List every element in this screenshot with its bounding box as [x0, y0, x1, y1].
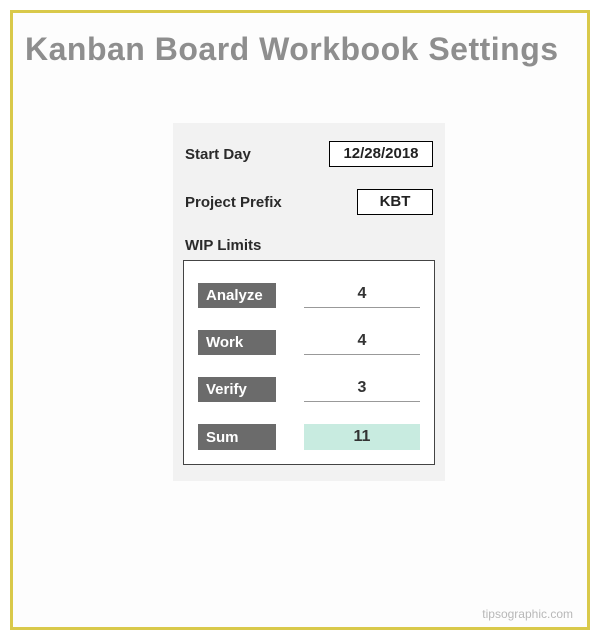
wip-row-work: Work 4	[198, 330, 420, 355]
start-day-row: Start Day 12/28/2018	[185, 141, 433, 167]
wip-value-analyze[interactable]: 4	[304, 283, 420, 308]
wip-row-sum: Sum 11	[198, 424, 420, 450]
wip-value-sum: 11	[304, 424, 420, 450]
project-prefix-row: Project Prefix KBT	[185, 189, 433, 215]
start-day-input[interactable]: 12/28/2018	[329, 141, 433, 167]
wip-name-sum: Sum	[198, 424, 276, 450]
start-day-label: Start Day	[185, 146, 251, 163]
wip-name-work: Work	[198, 330, 276, 355]
project-prefix-label: Project Prefix	[185, 194, 282, 211]
project-prefix-input[interactable]: KBT	[357, 189, 433, 215]
wip-name-analyze: Analyze	[198, 283, 276, 308]
wip-name-verify: Verify	[198, 377, 276, 402]
wip-row-verify: Verify 3	[198, 377, 420, 402]
footer-credit: tipsographic.com	[482, 607, 573, 621]
wip-value-work[interactable]: 4	[304, 330, 420, 355]
wip-limits-label: WIP Limits	[185, 237, 433, 254]
settings-panel: Start Day 12/28/2018 Project Prefix KBT …	[173, 123, 445, 481]
app-frame: Kanban Board Workbook Settings Start Day…	[10, 10, 590, 630]
page-title: Kanban Board Workbook Settings	[13, 13, 587, 68]
wip-limits-box: Analyze 4 Work 4 Verify 3 Sum 11	[183, 260, 435, 465]
wip-value-verify[interactable]: 3	[304, 377, 420, 402]
wip-row-analyze: Analyze 4	[198, 283, 420, 308]
